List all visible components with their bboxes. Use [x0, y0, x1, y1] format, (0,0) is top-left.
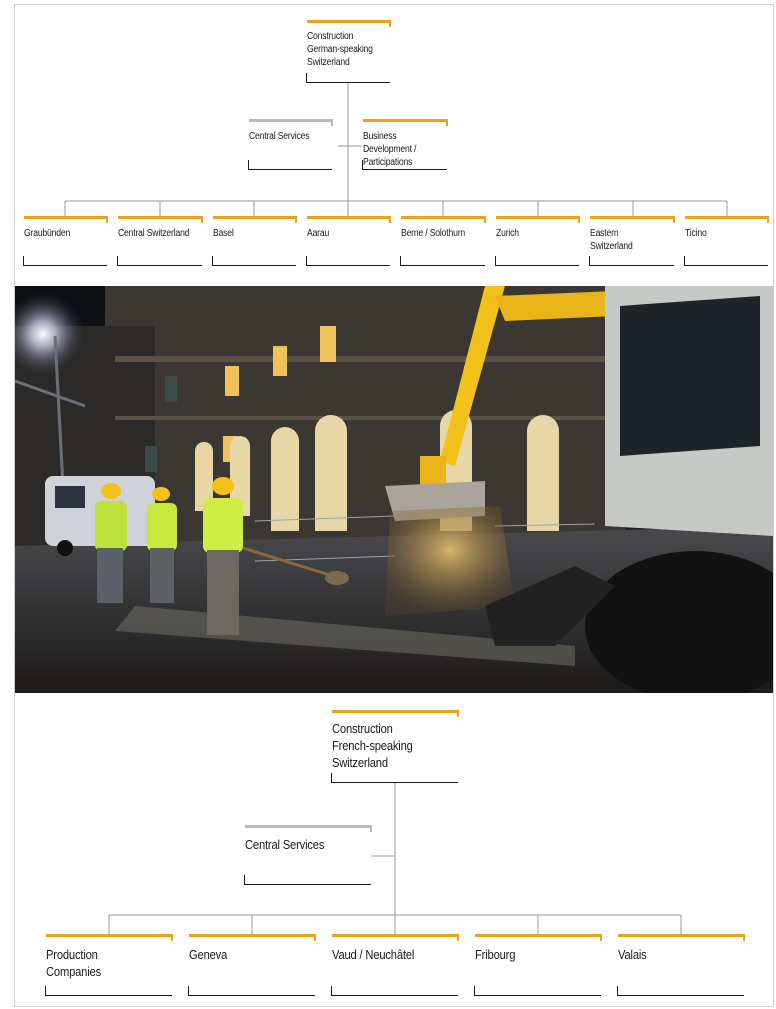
top-region-label: Aarau — [307, 228, 330, 239]
top-central-services-box: Central Services — [248, 119, 333, 170]
bottom-region-box: Production Companies — [45, 934, 173, 996]
bottom-region-label: Fribourg — [475, 947, 516, 962]
top-region-box: Zurich — [495, 216, 580, 266]
bottom-region-box: Fribourg — [474, 934, 602, 996]
bottom-root-line-1: Construction — [332, 721, 393, 736]
top-region-box: Aarau — [306, 216, 391, 266]
top-region-label: Basel — [213, 228, 234, 239]
top-region-box: Central Switzerland — [117, 216, 203, 266]
top-business-development-line-1: Business Development / — [363, 131, 417, 155]
top-root-line-1: Construction — [307, 31, 354, 42]
top-region-label: Graubünden — [24, 228, 71, 239]
night-road-construction-photo — [15, 286, 773, 693]
top-region-box: Berne / Solothurn — [400, 216, 486, 266]
bottom-root-box: Construction French-speaking Switzerland — [331, 710, 459, 783]
top-region-box: Basel — [212, 216, 297, 266]
top-region-label: Zurich — [496, 228, 519, 239]
bottom-region-box: Valais — [617, 934, 745, 996]
bottom-region-label: Valais — [618, 947, 647, 962]
top-business-development-box: Business Development / Participations — [362, 119, 448, 170]
top-region-label: Ticino — [685, 228, 707, 239]
top-region-box: Graubünden — [23, 216, 108, 266]
top-root-line-2: German-speaking — [307, 44, 373, 55]
top-region-label: Berne / Solothurn — [401, 228, 466, 239]
top-region-label: Central Switzerland — [118, 228, 190, 239]
top-central-services-label: Central Services — [249, 131, 310, 142]
bottom-root-line-3: Switzerland — [332, 754, 388, 770]
bottom-central-services-label: Central Services — [245, 837, 325, 852]
bottom-region-label: Production Companies — [46, 947, 102, 979]
top-region-box: Ticino — [684, 216, 769, 266]
bottom-root-line-2: French-speaking — [332, 737, 413, 753]
top-region-label: Eastern Switzerland — [590, 228, 633, 252]
top-business-development-line-2: Participations — [363, 157, 413, 168]
bottom-region-box: Geneva — [188, 934, 316, 996]
top-root-line-3: Switzerland — [307, 57, 350, 68]
bottom-central-services-box: Central Services — [244, 825, 372, 885]
top-region-box: Eastern Switzerland — [589, 216, 675, 266]
bottom-region-box: Vaud / Neuchâtel — [331, 934, 459, 996]
top-root-box: Construction German-speaking Switzerland — [306, 20, 391, 83]
bottom-region-label: Geneva — [189, 947, 228, 962]
bottom-region-label: Vaud / Neuchâtel — [332, 947, 415, 962]
photo-illustration — [15, 286, 773, 693]
